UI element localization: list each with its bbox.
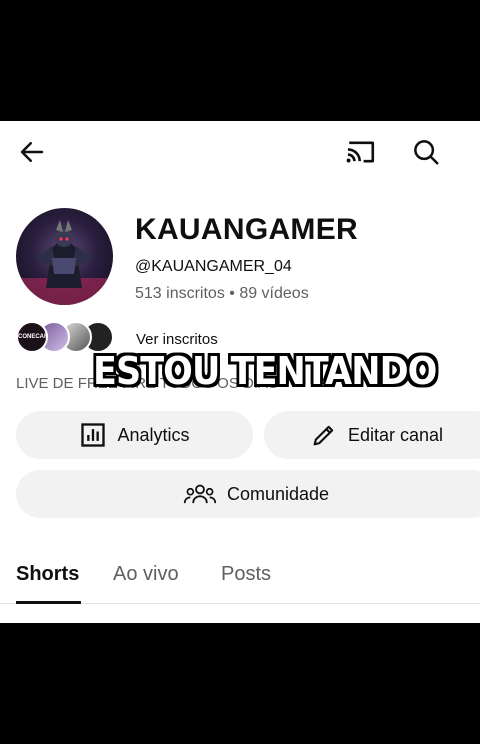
view-subscribers-link[interactable]: Ver inscritos (136, 331, 218, 348)
community-label: Comunidade (226, 483, 330, 504)
channel-avatar[interactable] (16, 208, 113, 305)
cast-icon (346, 141, 375, 163)
edit-channel-button[interactable]: Editar canal (264, 411, 480, 459)
avatar-image (16, 220, 113, 305)
tab-posts[interactable]: Posts (221, 563, 271, 586)
cast-button[interactable] (341, 132, 381, 172)
people-icon (183, 480, 217, 508)
search-button[interactable] (406, 132, 446, 172)
channel-tabs: Shorts Ao vivo Posts (0, 551, 480, 604)
arrow-left-icon (20, 142, 44, 162)
tab-shorts[interactable]: Shorts (16, 563, 79, 586)
video-caption-overlay: ESTOU TENTANDO (93, 349, 437, 393)
subscriber-avatars[interactable]: CONECAR (16, 320, 114, 354)
analytics-icon (79, 421, 107, 449)
analytics-label: Analytics (117, 424, 190, 445)
subscriber-avatar-label: CONECAR (18, 334, 49, 340)
community-button[interactable]: Comunidade (16, 470, 480, 518)
channel-handle: @KAUANGAMER_04 (135, 258, 292, 275)
tab-ao-vivo[interactable]: Ao vivo (113, 563, 179, 586)
edit-channel-label: Editar canal (348, 424, 444, 445)
active-tab-indicator (16, 601, 81, 604)
back-button[interactable] (12, 132, 52, 172)
pencil-icon (310, 421, 338, 449)
channel-stats: 513 inscritos • 89 vídeos (135, 285, 309, 302)
search-icon (414, 140, 439, 165)
top-app-bar (0, 121, 480, 185)
subscriber-avatar: CONECAR (16, 321, 48, 353)
channel-name: KAUANGAMER (135, 213, 358, 246)
analytics-button[interactable]: Analytics (16, 411, 253, 459)
channel-page: KAUANGAMER @KAUANGAMER_04 513 inscritos … (0, 121, 480, 623)
